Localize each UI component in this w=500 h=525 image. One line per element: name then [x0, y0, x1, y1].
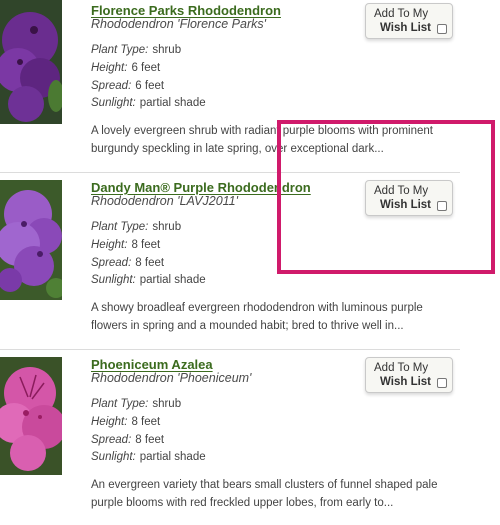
plant-type-label: Plant Type: — [91, 398, 149, 410]
add-to-wishlist-button[interactable]: Add To My Wish List — [365, 357, 453, 393]
height-label: Height: — [91, 62, 128, 74]
height-row: Height: 8 feet — [91, 416, 160, 428]
plant-type-label: Plant Type: — [91, 221, 149, 233]
spread-value: 8 feet — [135, 257, 165, 269]
plant-type-row: Plant Type: shrub — [91, 398, 181, 410]
wishlist-label-line2: Wish List — [380, 199, 432, 211]
spread-label: Spread: — [91, 80, 132, 92]
plant-type-label: Plant Type: — [91, 44, 149, 56]
sunlight-value: partial shade — [139, 97, 206, 109]
wishlist-checkbox[interactable] — [437, 201, 447, 211]
plant-description: A lovely evergreen shrub with radiant pu… — [91, 122, 461, 158]
plant-type-row: Plant Type: shrub — [91, 44, 181, 56]
height-label: Height: — [91, 239, 128, 251]
spread-row: Spread: 8 feet — [91, 434, 164, 446]
plant-description: An evergreen variety that bears small cl… — [91, 476, 461, 512]
plant-name-link[interactable]: Florence Parks Rhododendron — [91, 3, 281, 18]
description-line: purple blooms with red freckled upper lo… — [91, 497, 394, 509]
botanical-name: Rhododendron 'LAVJ2011' — [91, 194, 239, 208]
purple-flower-image — [0, 0, 62, 124]
plant-thumbnail[interactable] — [0, 0, 62, 124]
height-row: Height: 8 feet — [91, 239, 160, 251]
plant-thumbnail[interactable] — [0, 180, 62, 300]
description-line: burgundy speckling in late spring, over … — [91, 143, 384, 155]
plant-card: Phoeniceum Azalea Rhododendron 'Phoenice… — [0, 349, 460, 525]
add-to-wishlist-button[interactable]: Add To My Wish List — [365, 180, 453, 216]
wishlist-checkbox[interactable] — [437, 24, 447, 34]
purple-flower-image — [0, 180, 62, 300]
wishlist-checkbox[interactable] — [437, 378, 447, 388]
height-row: Height: 6 feet — [91, 62, 160, 74]
spread-value: 6 feet — [135, 80, 165, 92]
wishlist-label-line1: Add To My — [374, 362, 429, 374]
sunlight-label: Sunlight: — [91, 451, 136, 463]
sunlight-label: Sunlight: — [91, 274, 136, 286]
spread-value: 8 feet — [135, 434, 165, 446]
sunlight-row: Sunlight: partial shade — [91, 451, 206, 463]
description-line: A showy broadleaf evergreen rhododendron… — [91, 302, 423, 314]
plant-type-value: shrub — [152, 398, 182, 410]
height-value: 8 feet — [131, 239, 161, 251]
sunlight-label: Sunlight: — [91, 97, 136, 109]
botanical-name: Rhododendron 'Phoeniceum' — [91, 371, 252, 385]
plant-type-row: Plant Type: shrub — [91, 221, 181, 233]
height-label: Height: — [91, 416, 128, 428]
plant-card: Florence Parks Rhododendron Rhododendron… — [0, 0, 460, 172]
plant-description: A showy broadleaf evergreen rhododendron… — [91, 299, 461, 335]
botanical-name: Rhododendron 'Florence Parks' — [91, 17, 267, 31]
sunlight-row: Sunlight: partial shade — [91, 97, 206, 109]
spread-row: Spread: 6 feet — [91, 80, 164, 92]
spread-label: Spread: — [91, 434, 132, 446]
wishlist-label-line1: Add To My — [374, 185, 429, 197]
plant-type-value: shrub — [152, 221, 182, 233]
wishlist-label-line1: Add To My — [374, 8, 429, 20]
wishlist-label-line2: Wish List — [380, 376, 432, 388]
add-to-wishlist-button[interactable]: Add To My Wish List — [365, 3, 453, 39]
plant-card: Dandy Man® Purple Rhododendron Rhododend… — [0, 172, 460, 349]
sunlight-value: partial shade — [139, 274, 206, 286]
plant-name-link[interactable]: Dandy Man® Purple Rhododendron — [91, 180, 311, 195]
spread-label: Spread: — [91, 257, 132, 269]
description-line: A lovely evergreen shrub with radiant pu… — [91, 125, 433, 137]
wishlist-label-line2: Wish List — [380, 22, 432, 34]
description-line: An evergreen variety that bears small cl… — [91, 479, 438, 491]
sunlight-value: partial shade — [139, 451, 206, 463]
plant-name-link[interactable]: Phoeniceum Azalea — [91, 357, 213, 372]
sunlight-row: Sunlight: partial shade — [91, 274, 206, 286]
height-value: 8 feet — [131, 416, 161, 428]
description-line: flowers in spring and a mounded habit; b… — [91, 320, 404, 332]
spread-row: Spread: 8 feet — [91, 257, 164, 269]
height-value: 6 feet — [131, 62, 161, 74]
pink-flower-image — [0, 357, 62, 475]
plant-type-value: shrub — [152, 44, 182, 56]
plant-thumbnail[interactable] — [0, 357, 62, 475]
